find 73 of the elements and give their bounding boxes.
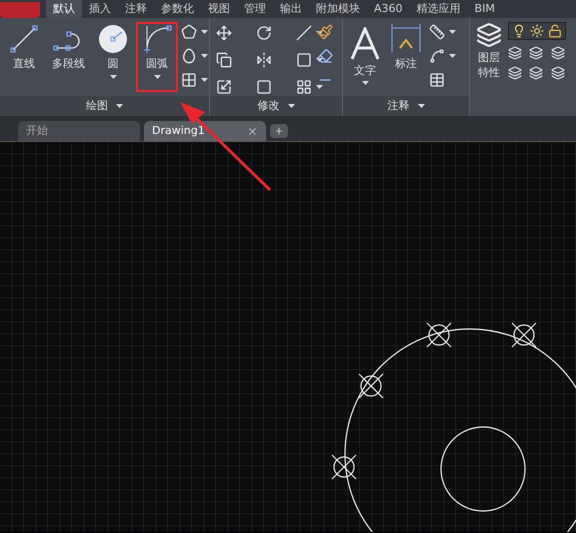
unlocked-icon bbox=[548, 24, 562, 38]
ribbon-tab[interactable]: 输出 bbox=[273, 0, 309, 18]
panel-caret-icon[interactable] bbox=[288, 104, 294, 108]
stretch-icon[interactable] bbox=[216, 78, 232, 95]
ribbon-tool-button[interactable]: 多段线 bbox=[47, 22, 90, 92]
lightbulb-icon bbox=[512, 24, 526, 38]
dropdown-caret-icon[interactable] bbox=[201, 30, 208, 34]
point-marker bbox=[331, 454, 357, 480]
ribbon-tab[interactable]: 视图 bbox=[201, 0, 237, 18]
dropdown-caret-icon[interactable] bbox=[154, 74, 160, 78]
layers-icon bbox=[476, 22, 502, 48]
rotate-icon[interactable] bbox=[256, 25, 272, 42]
close-icon[interactable] bbox=[247, 126, 258, 136]
ribbon-tool-button[interactable]: 圆 bbox=[93, 22, 133, 92]
layer-properties-button[interactable]: 图层特性 bbox=[476, 22, 502, 80]
leader-icon[interactable] bbox=[429, 48, 445, 64]
linear-dimension-icon[interactable] bbox=[429, 24, 445, 40]
dropdown-caret-icon[interactable] bbox=[110, 74, 116, 78]
layer-tool-icon[interactable] bbox=[550, 66, 565, 80]
layer-tool-icon[interactable] bbox=[508, 46, 522, 60]
plus-icon bbox=[274, 126, 284, 136]
dropdown-caret-icon[interactable] bbox=[449, 30, 456, 34]
eraser-icon[interactable] bbox=[317, 48, 333, 64]
ribbon-tab[interactable]: 默认 bbox=[46, 0, 82, 18]
hatch-icon[interactable] bbox=[181, 72, 197, 88]
dropdown-caret-icon[interactable] bbox=[316, 58, 323, 62]
dimension-tool-icon bbox=[390, 22, 422, 54]
ribbon-tool-button[interactable]: 直线 bbox=[4, 22, 44, 92]
panel-title[interactable]: 修改 bbox=[210, 96, 342, 116]
trim-icon[interactable] bbox=[296, 25, 312, 42]
ribbon-tab[interactable]: BIM bbox=[468, 0, 502, 18]
layer-state-bar[interactable] bbox=[508, 22, 566, 40]
dropdown-caret-icon[interactable] bbox=[316, 84, 323, 89]
dropdown-caret-icon[interactable] bbox=[362, 81, 368, 86]
move-icon[interactable] bbox=[216, 25, 232, 42]
dropdown-caret-icon[interactable] bbox=[201, 54, 208, 58]
layer-tool-icon[interactable] bbox=[529, 46, 544, 60]
new-tab-button[interactable] bbox=[270, 124, 288, 138]
document-tab[interactable]: 开始 bbox=[18, 121, 140, 141]
panel-caret-icon[interactable] bbox=[418, 104, 424, 108]
paintbrush-icon[interactable] bbox=[317, 24, 333, 40]
panel-title[interactable]: 绘图 bbox=[0, 96, 209, 116]
panel-caret-icon[interactable] bbox=[116, 104, 123, 108]
document-tab[interactable]: Drawing1 bbox=[144, 121, 266, 141]
ribbon-tab[interactable]: 插入 bbox=[82, 0, 118, 18]
layer-tool-icon[interactable] bbox=[550, 46, 565, 60]
layer-tool-icon[interactable] bbox=[508, 66, 522, 80]
ribbon-tool-button[interactable]: 文字 bbox=[347, 22, 383, 92]
sun-icon bbox=[530, 24, 544, 38]
point-marker bbox=[358, 373, 384, 399]
ribbon-tab[interactable]: 参数化 bbox=[154, 0, 201, 18]
dropdown-caret-icon[interactable] bbox=[316, 31, 323, 36]
ribbon-tab[interactable]: 附加模块 bbox=[309, 0, 367, 18]
copy-icon[interactable] bbox=[216, 52, 232, 68]
ribbon-tab[interactable]: 精选应用 bbox=[410, 0, 468, 18]
ribbon-tab[interactable]: 注释 bbox=[118, 0, 154, 18]
point-marker bbox=[511, 322, 537, 348]
ribbon-tab[interactable]: A360 bbox=[367, 0, 410, 18]
circle-tool-icon bbox=[98, 24, 128, 54]
panel-title[interactable]: 注释 bbox=[343, 96, 469, 116]
ribbon-tool-button[interactable]: 圆弧 bbox=[136, 22, 178, 92]
table-icon[interactable] bbox=[429, 72, 445, 88]
dropdown-caret-icon[interactable] bbox=[449, 54, 456, 58]
point-marker bbox=[426, 322, 452, 348]
ribbon-tool-button[interactable]: 标注 bbox=[387, 22, 425, 92]
line-tool-icon bbox=[9, 24, 39, 54]
polygon-icon[interactable] bbox=[181, 24, 197, 40]
mirror-icon[interactable] bbox=[256, 52, 272, 68]
dropdown-caret-icon[interactable] bbox=[201, 78, 208, 82]
layer-tool-icon[interactable] bbox=[529, 66, 544, 80]
array-icon[interactable] bbox=[296, 78, 312, 95]
ribbon-tab[interactable]: 管理 bbox=[237, 0, 273, 18]
arc-tool-icon bbox=[141, 24, 173, 54]
